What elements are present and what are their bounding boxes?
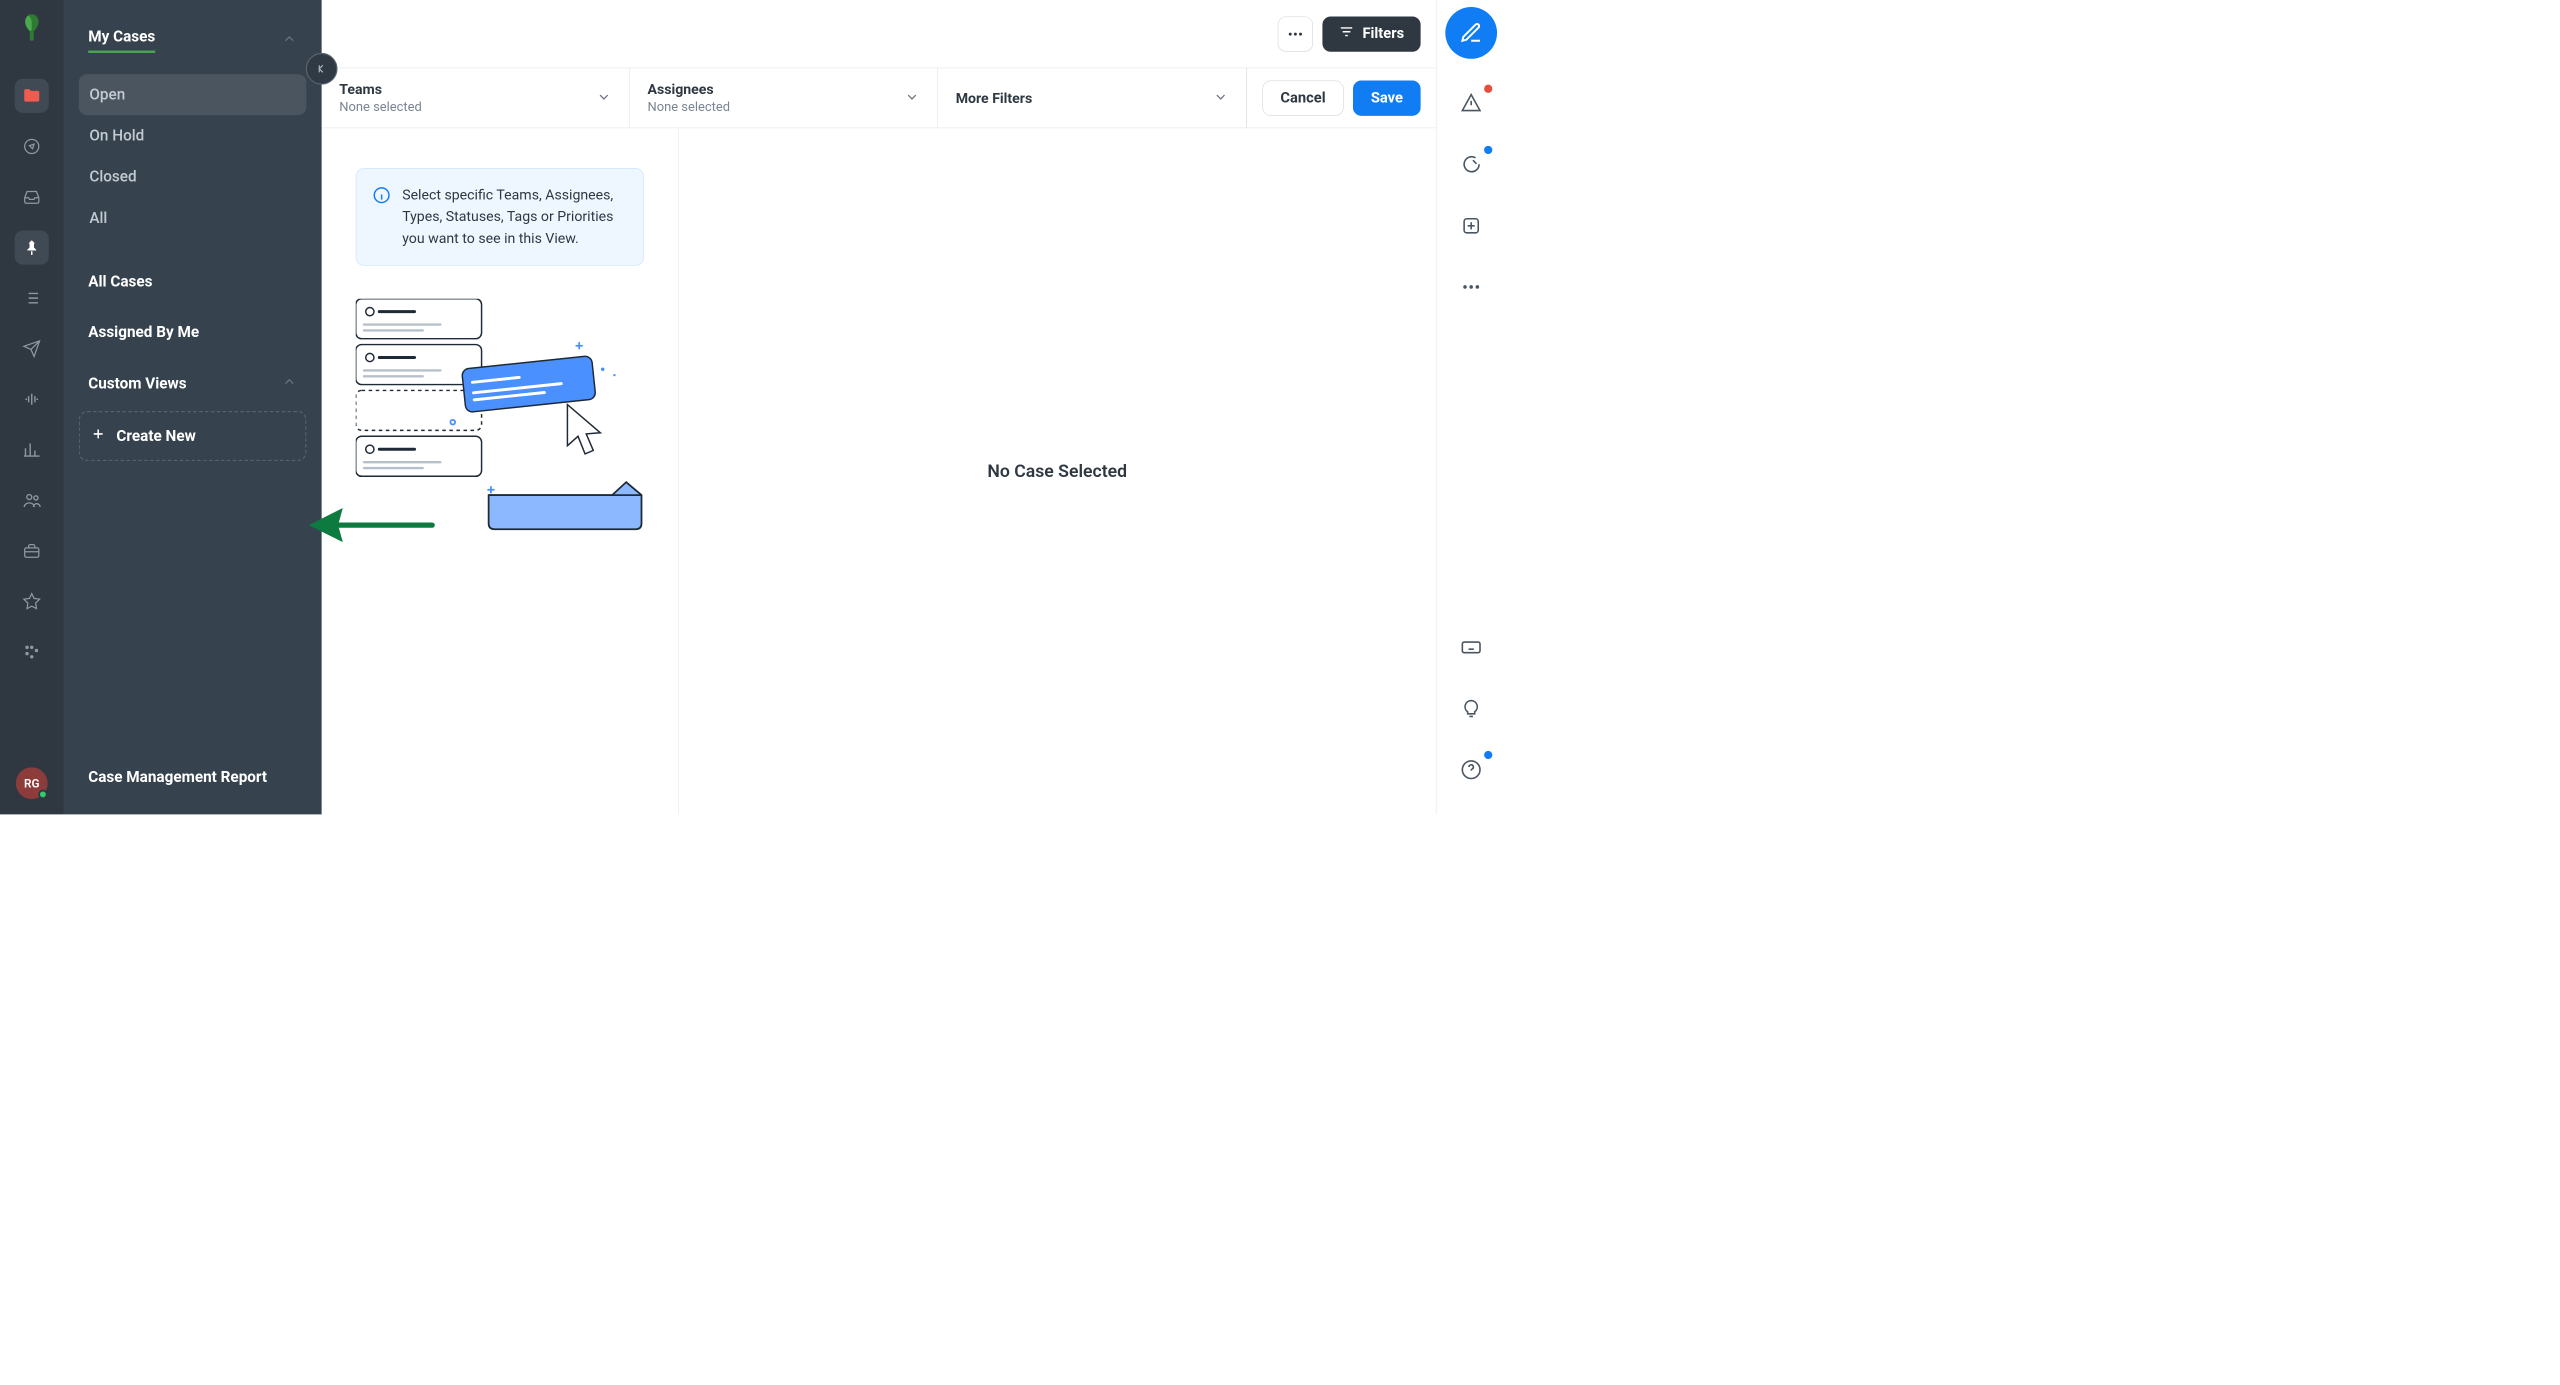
filter-teams-label: Teams bbox=[339, 81, 422, 97]
sidebar-item-closed[interactable]: Closed bbox=[79, 156, 307, 197]
keyboard-icon[interactable] bbox=[1454, 631, 1487, 664]
chevron-down-icon bbox=[905, 89, 920, 107]
my-cases-label: My Cases bbox=[88, 28, 155, 53]
filter-teams[interactable]: Teams None selected bbox=[322, 68, 630, 127]
list-column: Select specific Teams, Assignees, Types,… bbox=[322, 128, 679, 814]
filters-label: Filters bbox=[1362, 25, 1404, 42]
save-button[interactable]: Save bbox=[1353, 80, 1420, 115]
compose-button[interactable] bbox=[1445, 7, 1497, 59]
audio-icon[interactable] bbox=[15, 382, 49, 416]
chevron-up-icon bbox=[282, 374, 297, 393]
info-callout: Select specific Teams, Assignees, Types,… bbox=[356, 168, 644, 265]
logo-icon[interactable] bbox=[16, 12, 48, 44]
filters-button[interactable]: Filters bbox=[1322, 16, 1420, 51]
chevron-up-icon bbox=[282, 31, 297, 50]
sidebar-all-cases[interactable]: All Cases bbox=[79, 262, 307, 301]
inbox-icon[interactable] bbox=[15, 180, 49, 214]
create-new-label: Create New bbox=[116, 427, 195, 445]
sidebar-item-open[interactable]: Open bbox=[79, 74, 307, 115]
my-cases-heading[interactable]: My Cases bbox=[79, 18, 307, 64]
create-new-button[interactable]: Create New bbox=[79, 411, 307, 461]
chart-icon[interactable] bbox=[15, 433, 49, 467]
custom-views-label: Custom Views bbox=[88, 375, 186, 393]
help-icon[interactable] bbox=[1454, 753, 1487, 786]
main: Filters Teams None selected Assignees No… bbox=[322, 0, 1436, 814]
avatar-initials: RG bbox=[24, 776, 39, 790]
folder-icon[interactable] bbox=[15, 79, 49, 113]
pin-icon[interactable] bbox=[15, 230, 49, 264]
compass-icon[interactable] bbox=[15, 129, 49, 163]
filter-assignees-sub: None selected bbox=[647, 100, 730, 115]
filter-assignees[interactable]: Assignees None selected bbox=[630, 68, 938, 127]
annotation-arrow-icon bbox=[309, 505, 438, 549]
lightbulb-icon[interactable] bbox=[1454, 692, 1487, 725]
user-avatar[interactable]: RG bbox=[16, 767, 48, 799]
apps-icon[interactable] bbox=[15, 635, 49, 669]
sidebar-item-on-hold[interactable]: On Hold bbox=[79, 115, 307, 156]
send-icon[interactable] bbox=[15, 332, 49, 366]
info-icon bbox=[373, 186, 391, 204]
collapse-sidebar-button[interactable] bbox=[306, 53, 338, 85]
chevron-down-icon bbox=[1213, 89, 1228, 107]
list-icon[interactable] bbox=[15, 281, 49, 315]
sidebar-assigned-by-me[interactable]: Assigned By Me bbox=[79, 313, 307, 352]
sidebar-item-all[interactable]: All bbox=[79, 198, 307, 239]
info-text: Select specific Teams, Assignees, Types,… bbox=[402, 184, 627, 250]
more-icon[interactable] bbox=[1454, 270, 1487, 303]
chevron-down-icon bbox=[596, 89, 611, 107]
content: Select specific Teams, Assignees, Types,… bbox=[322, 128, 1436, 814]
custom-views-heading[interactable]: Custom Views bbox=[79, 363, 307, 404]
filter-teams-sub: None selected bbox=[339, 100, 422, 115]
icon-rail: RG bbox=[0, 0, 64, 814]
filter-icon bbox=[1339, 24, 1354, 43]
add-note-icon[interactable] bbox=[1454, 209, 1487, 242]
case-management-report[interactable]: Case Management Report bbox=[79, 758, 307, 797]
plus-icon bbox=[91, 426, 106, 445]
filter-actions: Cancel Save bbox=[1246, 68, 1436, 127]
filter-more[interactable]: More Filters bbox=[938, 68, 1246, 127]
right-rail bbox=[1436, 0, 1505, 814]
empty-state-text: No Case Selected bbox=[987, 461, 1127, 482]
topbar: Filters bbox=[322, 0, 1436, 68]
empty-illustration bbox=[356, 298, 644, 536]
users-icon[interactable] bbox=[15, 483, 49, 517]
status-online-icon bbox=[38, 790, 47, 799]
alerts-icon[interactable] bbox=[1454, 87, 1487, 120]
more-options-button[interactable] bbox=[1278, 16, 1313, 51]
filter-more-label: More Filters bbox=[956, 90, 1033, 106]
sidebar: My Cases Open On Hold Closed All All Cas… bbox=[64, 0, 322, 814]
star-icon[interactable] bbox=[15, 584, 49, 618]
detail-column: No Case Selected bbox=[679, 128, 1436, 814]
cancel-button[interactable]: Cancel bbox=[1262, 80, 1344, 115]
filter-bar: Teams None selected Assignees None selec… bbox=[322, 68, 1436, 128]
activity-icon[interactable] bbox=[1454, 148, 1487, 181]
briefcase-icon[interactable] bbox=[15, 534, 49, 568]
filter-assignees-label: Assignees bbox=[647, 81, 730, 97]
